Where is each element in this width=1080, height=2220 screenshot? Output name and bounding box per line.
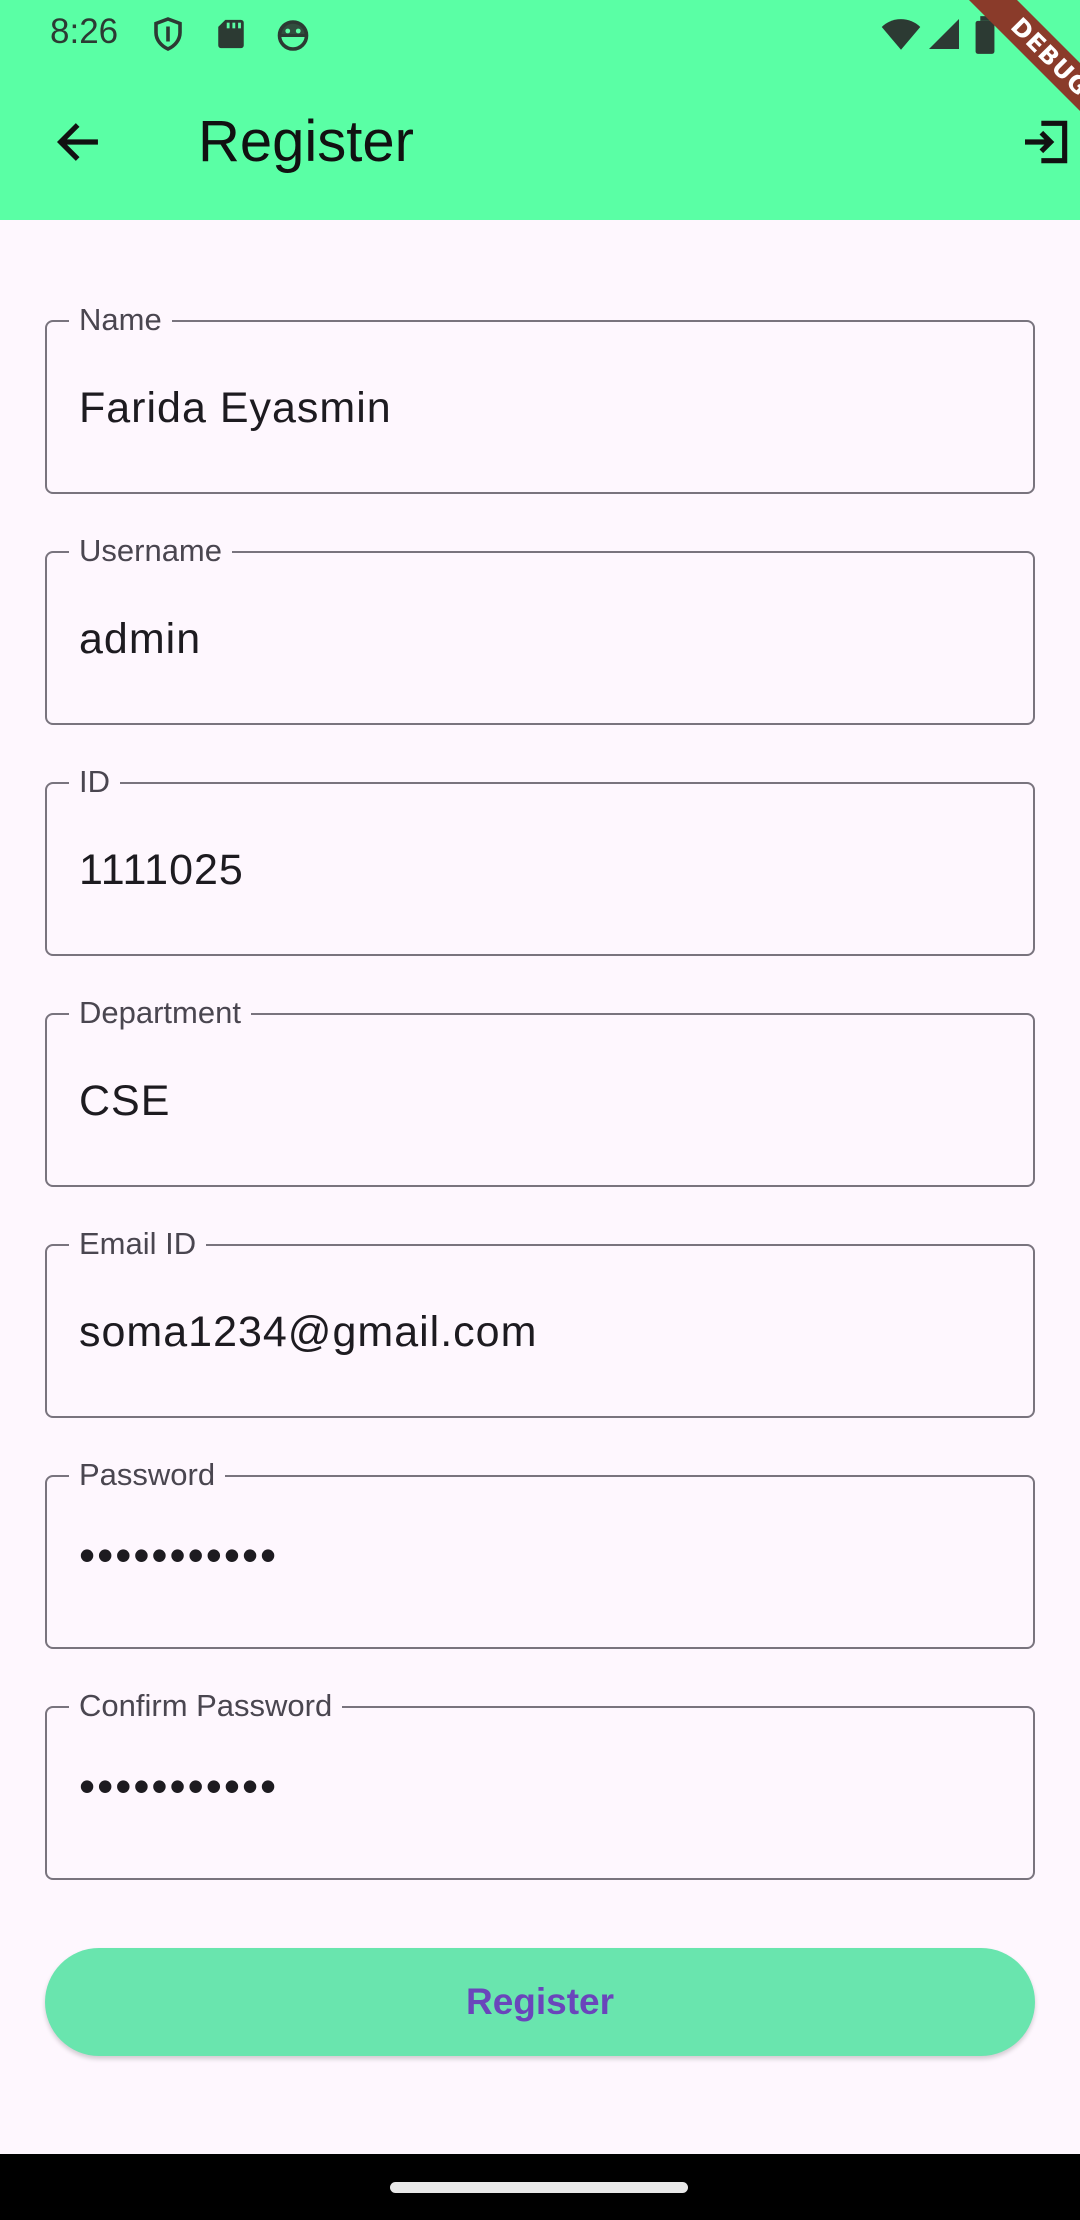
username-value: admin bbox=[79, 615, 202, 663]
password-field[interactable]: Password ••••••••••• bbox=[45, 1455, 1035, 1649]
app-bar: 8:26 Register DEBUG bbox=[0, 0, 1080, 220]
department-label: Department bbox=[69, 993, 251, 1033]
sd-card-icon bbox=[214, 16, 248, 57]
department-field[interactable]: Department CSE bbox=[45, 993, 1035, 1187]
login-button[interactable] bbox=[1008, 104, 1080, 180]
wifi-icon bbox=[880, 16, 922, 57]
email-label: Email ID bbox=[69, 1224, 207, 1264]
shield-icon bbox=[150, 16, 186, 57]
department-value: CSE bbox=[79, 1077, 171, 1125]
name-field[interactable]: Name Farida Eyasmin bbox=[45, 300, 1035, 494]
email-value: soma1234@gmail.com bbox=[79, 1308, 538, 1356]
password-label: Password bbox=[69, 1455, 226, 1495]
confirm-password-field[interactable]: Confirm Password ••••••••••• bbox=[45, 1686, 1035, 1880]
signal-icon bbox=[926, 16, 962, 57]
username-field[interactable]: Username admin bbox=[45, 531, 1035, 725]
email-field[interactable]: Email ID soma1234@gmail.com bbox=[45, 1224, 1035, 1418]
arrow-left-icon bbox=[56, 123, 98, 161]
confirm-password-label: Confirm Password bbox=[69, 1686, 343, 1726]
navigation-bar bbox=[0, 2154, 1080, 2220]
confirm-password-value: ••••••••••• bbox=[79, 1760, 279, 1812]
page-title: Register bbox=[198, 109, 414, 174]
name-value: Farida Eyasmin bbox=[79, 384, 392, 432]
back-button[interactable] bbox=[40, 104, 116, 180]
id-value: 1111025 bbox=[79, 846, 244, 894]
id-label: ID bbox=[69, 762, 120, 802]
status-bar: 8:26 bbox=[0, 0, 1080, 66]
android-face-icon bbox=[274, 16, 312, 57]
register-button[interactable]: Register bbox=[45, 1948, 1035, 2056]
status-time: 8:26 bbox=[50, 12, 119, 51]
id-field[interactable]: ID 1111025 bbox=[45, 762, 1035, 956]
name-label: Name bbox=[69, 300, 172, 340]
login-icon bbox=[1025, 120, 1068, 164]
home-gesture-handle[interactable] bbox=[390, 2182, 688, 2193]
username-label: Username bbox=[69, 531, 232, 571]
password-value: ••••••••••• bbox=[79, 1529, 279, 1581]
